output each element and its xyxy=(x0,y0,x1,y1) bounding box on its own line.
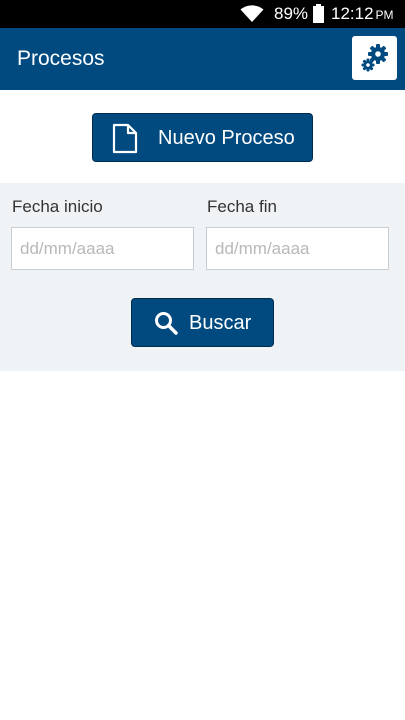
status-bar: 89% 12:12 PM xyxy=(0,0,405,28)
clock-time: 12:12 xyxy=(331,4,374,23)
search-button[interactable]: Buscar xyxy=(131,298,274,347)
gears-icon xyxy=(361,44,388,72)
end-date-label: Fecha fin xyxy=(207,197,277,216)
wifi-icon xyxy=(240,5,264,22)
battery-percent: 89% xyxy=(274,4,309,23)
start-date-input[interactable] xyxy=(11,227,194,270)
settings-button[interactable] xyxy=(352,36,397,80)
end-date-input[interactable] xyxy=(206,227,389,270)
battery-icon xyxy=(313,4,324,23)
start-date-label: Fecha inicio xyxy=(12,197,103,216)
search-icon xyxy=(155,312,178,335)
new-process-label: Nuevo Proceso xyxy=(158,127,295,149)
new-process-button[interactable]: Nuevo Proceso xyxy=(92,113,313,162)
clock-ampm: PM xyxy=(375,8,394,22)
clock: 12:12 PM xyxy=(331,5,394,24)
page-title: Procesos xyxy=(17,47,105,70)
search-label: Buscar xyxy=(189,312,252,334)
document-icon xyxy=(112,123,138,154)
date-filter-panel: Fecha inicio Fecha fin Buscar xyxy=(0,183,405,371)
app-bar: Procesos xyxy=(0,28,405,90)
